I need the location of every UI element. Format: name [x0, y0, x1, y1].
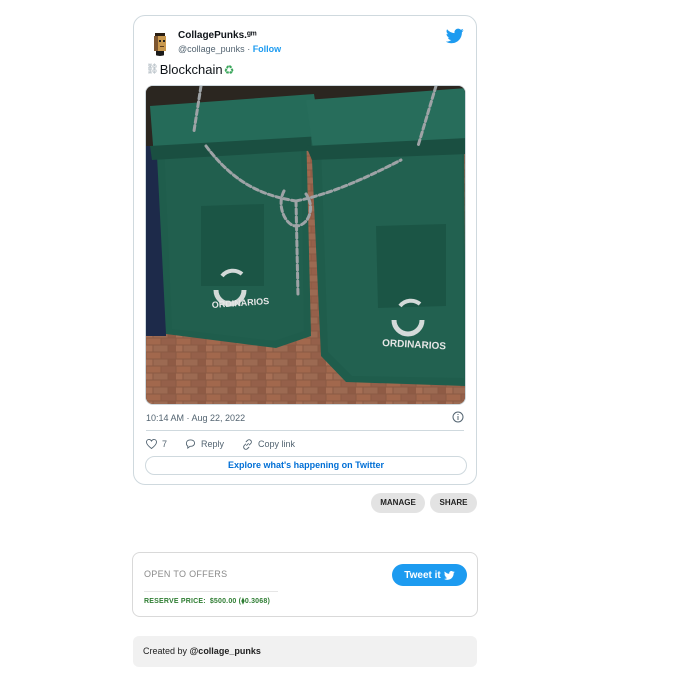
explore-twitter-button[interactable]: Explore what's happening on Twitter — [145, 456, 467, 475]
reply-bubble-icon — [185, 439, 196, 449]
tweet-text: ⛓ Blockchain ♻ — [146, 62, 234, 77]
heart-icon — [146, 439, 157, 449]
follow-link[interactable]: Follow — [253, 44, 282, 54]
tweet-media-photo[interactable]: ORDINARIOS ORDINARIOS — [145, 85, 466, 405]
user-handle[interactable]: @collage_punks — [178, 44, 245, 54]
offers-title: OPEN TO OFFERS — [144, 569, 228, 579]
tweet-header: CollagePunks.ᵍᵐ @collage_punks · Follow — [146, 28, 464, 62]
link-icon — [243, 438, 252, 450]
share-button[interactable]: SHARE — [430, 493, 477, 513]
info-icon[interactable] — [452, 411, 464, 423]
tweet-it-button[interactable]: Tweet it — [392, 564, 467, 586]
like-action[interactable]: 7 — [146, 439, 167, 449]
tweet-it-label: Tweet it — [404, 569, 441, 581]
creator-handle-link[interactable]: @collage_punks — [190, 646, 261, 656]
trash-bins-photo: ORDINARIOS ORDINARIOS — [146, 86, 465, 404]
chain-emoji: ⛓ — [146, 64, 159, 75]
created-by-bar: Created by @collage_punks — [133, 636, 477, 667]
copy-link-action[interactable]: Copy link — [242, 438, 296, 450]
recycle-emoji: ♻ — [223, 62, 235, 77]
reserve-price: RESERVE PRICE: $500.00 (⧫0.3068) — [144, 597, 270, 605]
twitter-bird-icon[interactable] — [446, 28, 464, 44]
twitter-bird-icon — [443, 570, 455, 580]
reply-action[interactable]: Reply — [185, 439, 224, 449]
tweet-embed-card: CollagePunks.ᵍᵐ @collage_punks · Follow … — [133, 15, 477, 485]
like-count: 7 — [162, 439, 168, 449]
tweet-text-body: Blockchain — [159, 62, 223, 77]
copy-link-label: Copy link — [258, 439, 296, 449]
user-handle-row: @collage_punks · Follow — [178, 44, 281, 54]
created-by-prefix: Created by — [143, 646, 190, 656]
offers-divider — [144, 591, 278, 592]
reserve-price-label: RESERVE PRICE: — [144, 598, 206, 605]
tweet-timestamp[interactable]: 10:14 AM · Aug 22, 2022 — [146, 413, 245, 423]
manage-button[interactable]: MANAGE — [371, 493, 425, 513]
reserve-price-value: $500.00 (⧫0.3068) — [209, 598, 270, 605]
user-name[interactable]: CollagePunks.ᵍᵐ — [178, 30, 256, 41]
avatar-punk-icon — [146, 28, 174, 56]
handle-separator: · — [244, 44, 253, 54]
tweet-actions: 7 Reply Copy link — [146, 437, 313, 451]
tweet-divider — [146, 430, 464, 431]
avatar[interactable] — [146, 28, 174, 56]
reply-label: Reply — [201, 439, 225, 449]
offers-card: OPEN TO OFFERS RESERVE PRICE: $500.00 (⧫0… — [132, 552, 478, 617]
